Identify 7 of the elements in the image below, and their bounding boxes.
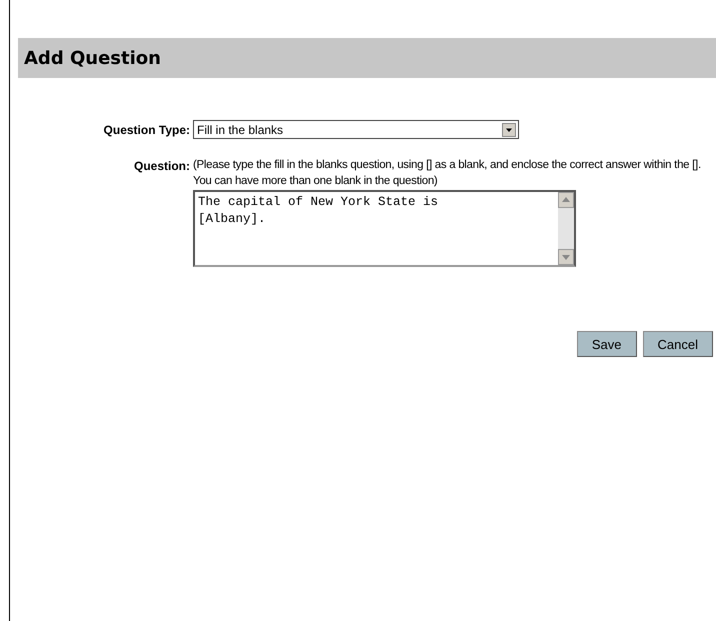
page-title: Add Question	[24, 48, 161, 68]
save-button[interactable]: Save	[576, 331, 637, 357]
field-label: Question Type:	[102, 122, 190, 136]
help-text: (Please type the fill in the blanks question, using [] as a blank, and enclose the correct answer within the []. You can have more than one blank in the question)	[193, 158, 702, 189]
cancel-button[interactable]: Cancel	[642, 331, 713, 357]
field-label: Question:	[133, 158, 190, 175]
question-type-dropdown[interactable]: Fill in the blanks	[193, 120, 519, 139]
